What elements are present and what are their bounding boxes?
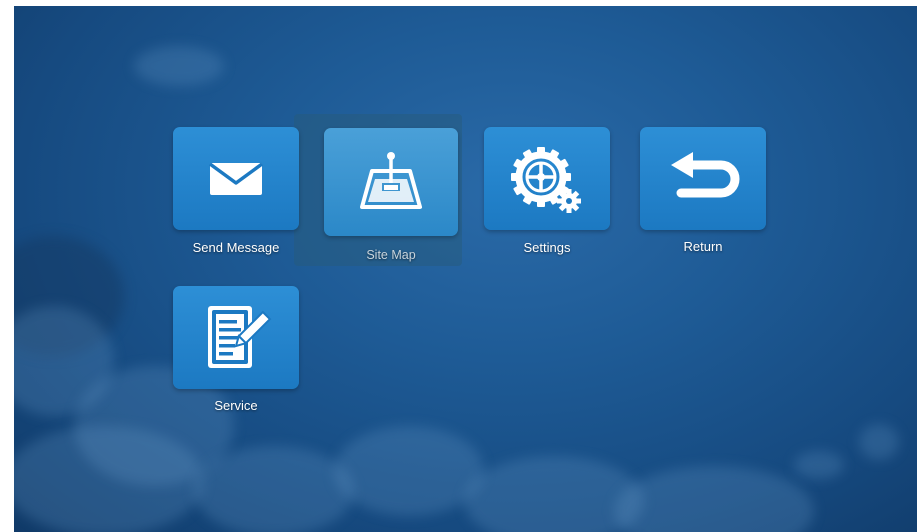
settings-label: Settings bbox=[523, 240, 571, 255]
document-edit-icon bbox=[196, 298, 276, 378]
service-label: Service bbox=[214, 398, 258, 413]
satellite-dish-icon bbox=[356, 149, 426, 215]
background-cloud bbox=[14, 426, 204, 532]
background-cloud bbox=[794, 451, 844, 479]
site-map-tile[interactable] bbox=[324, 128, 458, 236]
gear-icon bbox=[505, 139, 589, 219]
return-tile[interactable] bbox=[640, 127, 766, 230]
return-arrow-icon bbox=[663, 149, 743, 209]
menu-screen bbox=[14, 6, 917, 532]
background-cloud bbox=[334, 426, 484, 516]
envelope-icon bbox=[208, 161, 264, 197]
service-tile[interactable] bbox=[173, 286, 299, 389]
settings-tile[interactable] bbox=[484, 127, 610, 230]
send-message-label: Send Message bbox=[192, 240, 280, 255]
background-cloud bbox=[614, 466, 814, 532]
site-map-label: Site Map bbox=[366, 248, 416, 262]
return-label: Return bbox=[683, 239, 723, 254]
background-cloud bbox=[859, 424, 899, 460]
background-cloud bbox=[194, 446, 354, 532]
send-message-tile[interactable] bbox=[173, 127, 299, 230]
background-cloud bbox=[134, 46, 224, 86]
